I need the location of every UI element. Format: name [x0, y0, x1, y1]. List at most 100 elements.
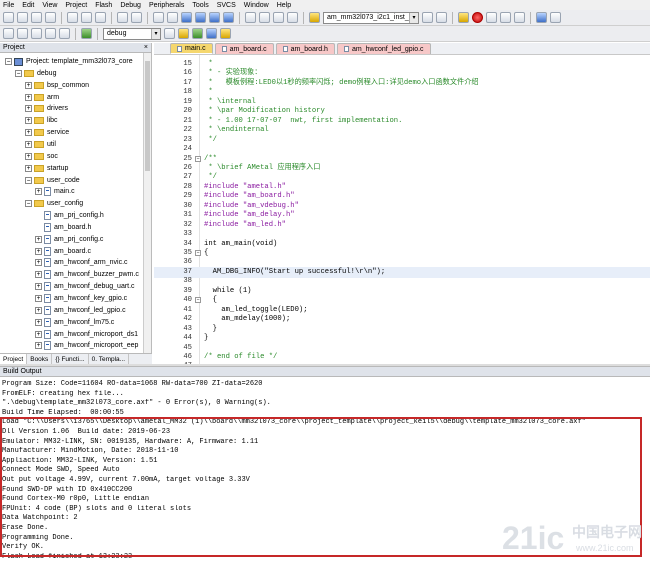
menu-item[interactable]: Help [277, 2, 291, 9]
expand-icon[interactable]: + [35, 271, 42, 279]
tree-node[interactable]: + am_hwconf_key_gpio.c [35, 293, 127, 304]
fold-toggle-icon[interactable]: − [195, 250, 201, 256]
tree-node[interactable]: + am_hwconf_microport_eep [35, 340, 138, 351]
tree-node[interactable]: + am_hwconf_debug_uart.c [35, 281, 135, 292]
editor-tab[interactable]: am_hwconf_led_gpio.c [336, 43, 431, 54]
menu-item[interactable]: Edit [22, 2, 34, 9]
tree-node[interactable]: + am_prj_config.c [35, 234, 103, 245]
expand-icon[interactable]: + [35, 342, 42, 350]
expand-icon[interactable]: + [35, 295, 42, 302]
menu-item[interactable]: Flash [95, 2, 112, 9]
kill-breakpoints-icon[interactable] [514, 12, 525, 23]
cut-icon[interactable] [67, 12, 78, 23]
expand-icon[interactable]: + [35, 330, 42, 338]
fold-toggle-icon[interactable]: − [195, 155, 201, 162]
menu-item[interactable]: View [42, 2, 57, 9]
translate-icon[interactable] [3, 28, 14, 39]
breakpoint-icon[interactable] [472, 12, 483, 23]
scrollbar-thumb[interactable] [145, 61, 150, 171]
clear-breakpoints-icon[interactable] [500, 12, 511, 23]
fold-toggle-icon[interactable]: − [195, 297, 201, 304]
tree-node[interactable]: + main.c [35, 186, 75, 197]
chevron-down-icon[interactable]: ▾ [409, 12, 418, 23]
expand-icon[interactable]: + [35, 318, 42, 326]
find-icon[interactable] [422, 12, 433, 23]
incremental-find-icon[interactable] [436, 12, 447, 23]
expand-icon[interactable]: + [35, 283, 42, 291]
tree-node[interactable]: − user_config [25, 198, 83, 209]
manage-components-icon[interactable] [192, 28, 203, 39]
batch-build-icon[interactable] [45, 28, 56, 39]
uncomment-icon[interactable] [287, 12, 298, 23]
tree-node[interactable]: + am_hwconf_buzzer_pwm.c [35, 269, 139, 280]
expand-icon[interactable]: + [25, 117, 32, 125]
tree-node[interactable]: am_board.h [35, 222, 91, 233]
expand-icon[interactable]: + [25, 81, 32, 89]
new-file-icon[interactable] [3, 12, 14, 23]
rebuild-icon[interactable] [31, 28, 42, 39]
navigate-back-icon[interactable] [153, 12, 164, 23]
tree-node[interactable]: + am_board.c [35, 246, 91, 257]
editor-tab[interactable]: am_board.c [214, 43, 274, 54]
tree-node[interactable]: + libc [25, 115, 58, 126]
prev-bookmark-icon[interactable] [195, 12, 206, 23]
menu-item[interactable]: Window [244, 2, 269, 9]
expand-icon[interactable]: + [25, 93, 32, 101]
expand-icon[interactable]: + [35, 247, 42, 255]
comment-icon[interactable] [273, 12, 284, 23]
expand-icon[interactable]: + [35, 188, 42, 196]
disable-breakpoint-icon[interactable] [486, 12, 497, 23]
project-scrollbar[interactable] [143, 53, 151, 353]
tree-node[interactable]: + soc [25, 151, 58, 162]
download-icon[interactable] [81, 28, 92, 39]
expand-icon[interactable]: + [35, 306, 42, 314]
menu-item[interactable]: Debug [120, 2, 141, 9]
indent-icon[interactable] [245, 12, 256, 23]
find-in-files-icon[interactable] [309, 12, 320, 23]
navigate-forward-icon[interactable] [167, 12, 178, 23]
tree-node[interactable]: + util [25, 139, 56, 150]
tree-node[interactable]: + drivers [25, 103, 68, 114]
tree-node[interactable]: − debug [15, 68, 56, 79]
next-bookmark-icon[interactable] [209, 12, 220, 23]
window-layout-icon[interactable] [536, 12, 547, 23]
editor-tab[interactable]: am_board.h [275, 43, 335, 54]
undo-icon[interactable] [117, 12, 128, 23]
tree-node[interactable]: + am_hwconf_microport_ds1 [35, 329, 138, 340]
menu-item[interactable]: File [3, 2, 14, 9]
clear-bookmarks-icon[interactable] [223, 12, 234, 23]
menu-item[interactable]: Peripherals [149, 2, 184, 9]
tree-node[interactable]: − Project: template_mm32l073_core [5, 56, 133, 67]
expand-icon[interactable]: + [25, 152, 32, 160]
tree-node[interactable]: + service [25, 127, 69, 138]
tree-node[interactable]: + am_hwconf_lm75.c [35, 317, 114, 328]
tree-node[interactable]: + bsp_common [25, 80, 89, 91]
collapse-icon[interactable]: − [25, 200, 32, 208]
debug-session-icon[interactable] [458, 12, 469, 23]
menu-item[interactable]: Tools [192, 2, 208, 9]
editor-tab[interactable]: main.c [170, 43, 213, 54]
collapse-icon[interactable]: − [25, 176, 32, 184]
paste-icon[interactable] [95, 12, 106, 23]
expand-icon[interactable]: + [25, 140, 32, 148]
copy-icon[interactable] [81, 12, 92, 23]
tree-node[interactable]: am_prj_config.h [35, 210, 104, 221]
unindent-icon[interactable] [259, 12, 270, 23]
collapse-icon[interactable]: − [5, 58, 12, 65]
tree-node[interactable]: + am_hwconf_arm_nvic.c [35, 257, 128, 268]
menu-item[interactable]: Project [65, 2, 87, 9]
collapse-icon[interactable]: − [15, 69, 22, 77]
target-options-icon[interactable] [164, 28, 175, 39]
pack-installer-icon[interactable] [220, 28, 231, 39]
expand-icon[interactable]: + [25, 129, 32, 137]
tree-node[interactable]: − user_code [25, 175, 80, 186]
expand-icon[interactable]: + [25, 164, 32, 172]
expand-icon[interactable]: + [35, 259, 42, 267]
open-file-icon[interactable] [17, 12, 28, 23]
close-icon[interactable]: × [144, 44, 148, 51]
build-icon[interactable] [17, 28, 28, 39]
menu-item[interactable]: SVCS [217, 2, 236, 9]
redo-icon[interactable] [131, 12, 142, 23]
save-all-icon[interactable] [45, 12, 56, 23]
select-packs-icon[interactable] [206, 28, 217, 39]
